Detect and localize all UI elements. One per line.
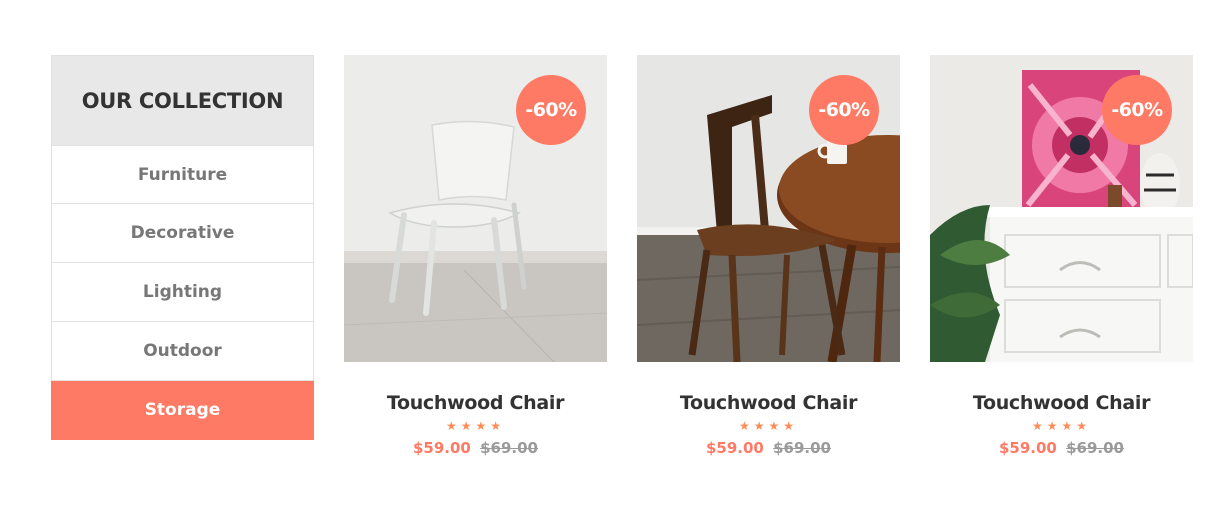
product-price: $59.00 $69.00: [637, 439, 900, 457]
category-item-outdoor[interactable]: Outdoor: [51, 322, 314, 381]
rating-stars-icon: ★★★★: [738, 419, 799, 433]
sidebar-header: OUR COLLECTION: [51, 55, 314, 145]
discount-badge: -60%: [1102, 75, 1172, 145]
sale-price: $59.00: [412, 439, 471, 457]
product-title[interactable]: Touchwood Chair: [930, 392, 1193, 414]
product-price: $59.00 $69.00: [930, 439, 1193, 457]
product-image[interactable]: -60%: [637, 55, 900, 362]
category-item-furniture[interactable]: Furniture: [51, 145, 314, 204]
product-info: Touchwood Chair ★★★★ $59.00 $69.00: [344, 362, 607, 457]
product-card[interactable]: -60% Touchwood Chair ★★★★ $59.00 $69.00: [637, 55, 900, 457]
sidebar-title: OUR COLLECTION: [81, 88, 284, 113]
category-item-storage[interactable]: Storage: [51, 381, 314, 440]
original-price: $69.00: [480, 439, 538, 457]
original-price: $69.00: [773, 439, 831, 457]
sale-price: $59.00: [705, 439, 764, 457]
category-item-decorative[interactable]: Decorative: [51, 204, 314, 263]
rating-stars-icon: ★★★★: [445, 419, 506, 433]
product-info: Touchwood Chair ★★★★ $59.00 $69.00: [930, 362, 1193, 457]
original-price: $69.00: [1066, 439, 1124, 457]
product-grid: -60% Touchwood Chair ★★★★ $59.00 $69.00: [344, 55, 1193, 457]
discount-badge: -60%: [516, 75, 586, 145]
product-image[interactable]: -60%: [344, 55, 607, 362]
product-title[interactable]: Touchwood Chair: [637, 392, 900, 414]
category-item-lighting[interactable]: Lighting: [51, 263, 314, 322]
product-title[interactable]: Touchwood Chair: [344, 392, 607, 414]
product-card[interactable]: -60% Touchwood Chair ★★★★ $59.00 $69.00: [930, 55, 1193, 457]
product-price: $59.00 $69.00: [344, 439, 607, 457]
sale-price: $59.00: [998, 439, 1057, 457]
product-info: Touchwood Chair ★★★★ $59.00 $69.00: [637, 362, 900, 457]
product-image[interactable]: -60%: [930, 55, 1193, 362]
discount-badge: -60%: [809, 75, 879, 145]
product-card[interactable]: -60% Touchwood Chair ★★★★ $59.00 $69.00: [344, 55, 607, 457]
rating-stars-icon: ★★★★: [1031, 419, 1092, 433]
category-list: Furniture Decorative Lighting Outdoor St…: [51, 145, 314, 440]
collection-sidebar: OUR COLLECTION Furniture Decorative Ligh…: [51, 55, 314, 440]
